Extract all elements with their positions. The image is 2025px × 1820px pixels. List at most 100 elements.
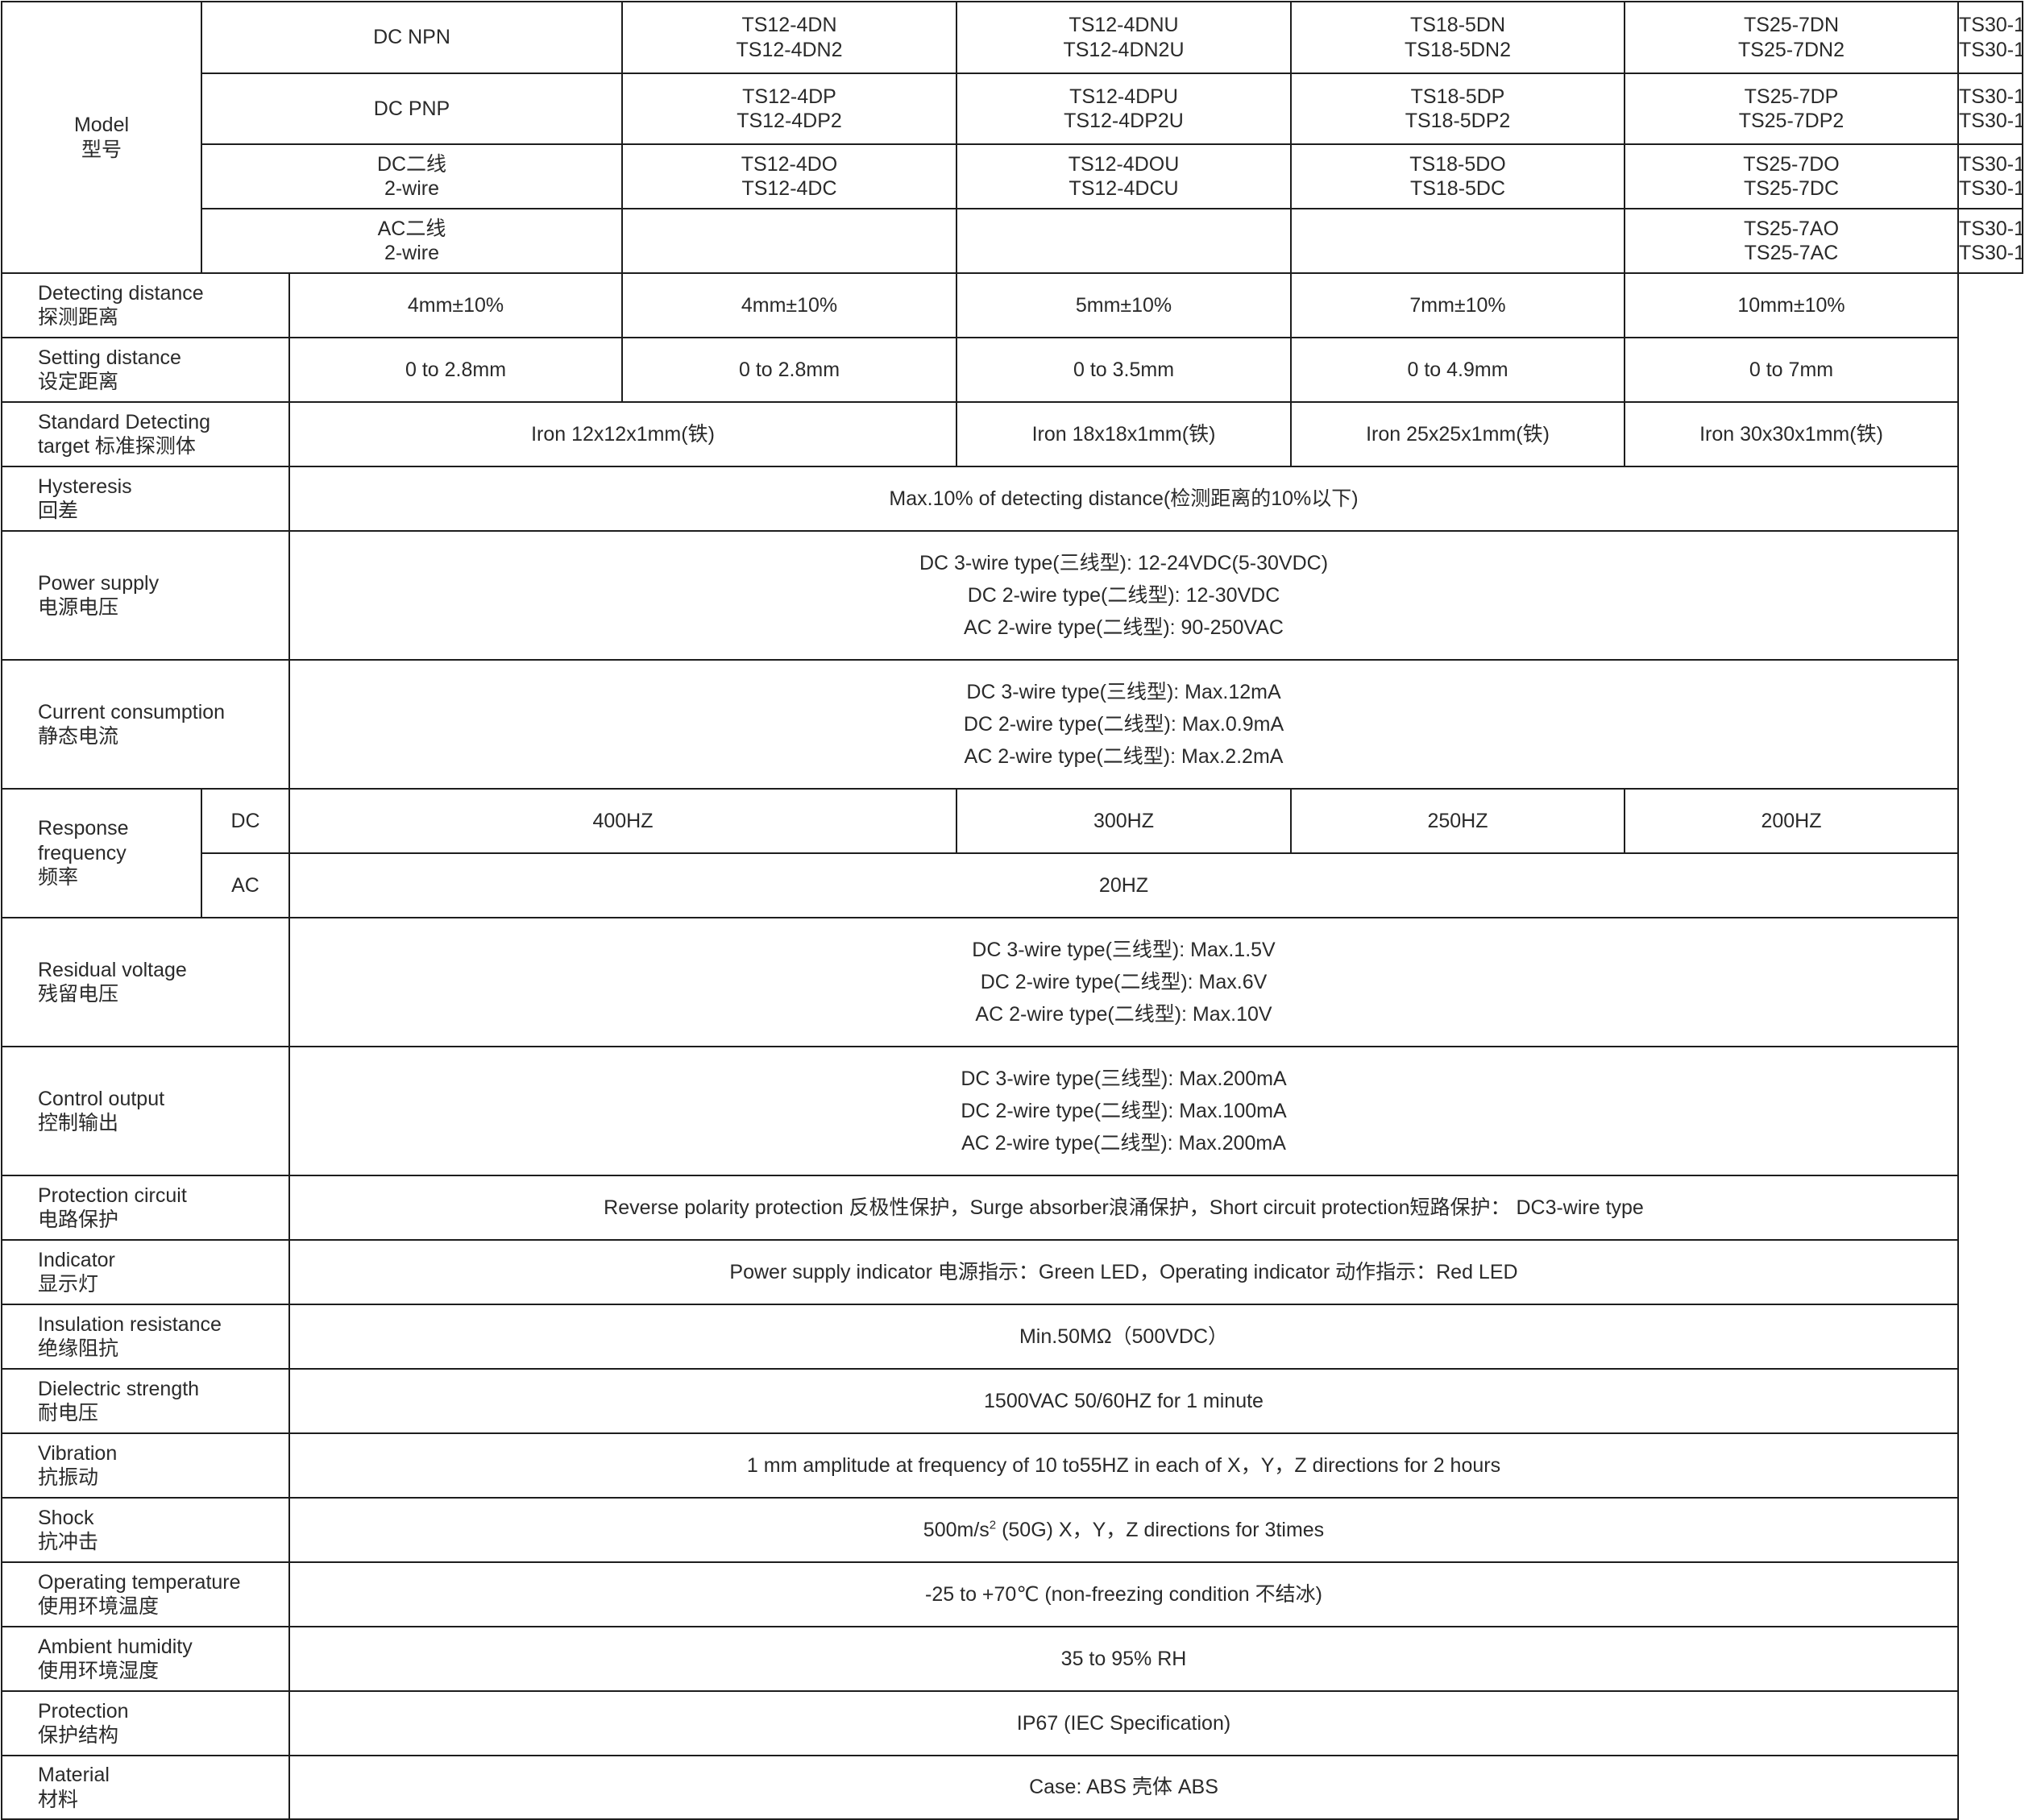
model-label-cell: Model 型号 [1,1,202,274]
row-label: Setting distance 设定距离 [1,337,290,403]
row-label-zh: 电路保护 [38,1208,119,1231]
model-code: TS18-5DP [1410,85,1505,108]
model-cell: TS30-10DPTS30-10DP2 [1957,73,2023,145]
model-label-en: Model [73,114,130,136]
row-label-en: Setting distance [38,346,181,369]
row-label: Ambient humidity 使用环境湿度 [1,1626,290,1692]
row-label: Power supply 电源电压 [1,530,290,661]
vibration-row: Vibration 抗振动 1 mm amplitude at frequency… [1,1432,2023,1499]
row-label-en: Indicator [38,1248,115,1271]
model-cell: TS18-5DN TS18-5DN2 [1290,1,1625,74]
row-label: Indicator 显示灯 [1,1239,290,1305]
value-cell: DC 3-wire type(三线型): Max.1.5V DC 2-wire … [288,917,1959,1047]
row-label-en: Vibration [38,1441,118,1465]
row-label-zh: 控制输出 [38,1112,119,1134]
value-line: AC 2-wire type(二线型): Max.10V [975,1003,1272,1026]
frequency-type-ac: AC [201,852,290,918]
model-code: TS25-7DN [1743,14,1840,36]
value-cell: 0 to 2.8mm [288,337,623,403]
row-label-en: Shock [38,1506,94,1529]
value-cell: Case: ABS 壳体 ABS [288,1755,1959,1820]
value-line: DC 2-wire type(二线型): Max.6V [980,971,1268,993]
model-cell: TS18-5DP TS18-5DP2 [1290,73,1625,145]
value-cell: 0 to 2.8mm [621,337,957,403]
model-cell: TS25-7DP TS25-7DP2 [1624,73,1959,145]
value-cell: Max.10% of detecting distance(检测距离的10%以下… [288,466,1959,532]
model-code: TS25-7DP [1744,85,1839,108]
row-label-en: Dielectric strength [38,1377,200,1400]
model-cell: TS12-4DP TS12-4DP2 [621,73,957,145]
value-cell: 4mm±10% [288,272,623,338]
row-label-zh: 设定距离 [38,371,119,393]
row-label-zh: 使用环境湿度 [38,1660,160,1682]
model-cell-empty [1290,208,1625,274]
protection-circuit-row: Protection circuit 电路保护 Reverse polarity … [1,1175,2023,1241]
value-cell: 300HZ [956,788,1292,854]
model-cell: TS30-10AOTS30-10AC [1957,208,2023,274]
row-label-en: Operating temperature [38,1570,241,1594]
insulation-resistance-row: Insulation resistance 绝缘阻抗 Min.50MΩ（500VD… [1,1304,2023,1370]
model-type-text: 2-wire [384,177,440,200]
setting-distance-row: Setting distance 设定距离 0 to 2.8mm 0 to 2.8… [1,337,2023,403]
protection-row: Protection 保护结构 IP67 (IEC Specification) [1,1690,2023,1756]
row-label-en: Power supply [38,571,160,595]
superscript: 2 [989,1518,997,1532]
model-type-text: AC二线 [377,217,446,240]
dielectric-strength-row: Dielectric strength 耐电压 1500VAC 50/60HZ f… [1,1368,2023,1434]
model-code: TS18-5DO [1409,152,1506,176]
model-code: TS12-4DPU [1069,85,1178,108]
row-label-en: Standard Detecting [38,410,211,433]
value-line: AC 2-wire type(二线型): Max.2.2mA [964,745,1284,768]
value-cell: Power supply indicator 电源指示：Green LED，Op… [288,1239,1959,1305]
value-cell: 500m/s2 (50G) X，Y，Z directions for 3time… [288,1497,1959,1563]
model-code: TS12-4DCU [1069,177,1179,200]
model-row-ac2: AC二线 2-wire TS25-7AOTS25-7AC TS30-10AOTS… [2,208,2023,274]
model-code: TS18-5DN2 [1405,38,1511,61]
row-label-en: Residual voltage [38,958,187,981]
spec-table: Model 型号 DC NPN TS12-4DN TS12-4DN2 TS12-4… [1,1,2023,1820]
row-label: Control output 控制输出 [1,1046,290,1176]
row-label-en: Insulation resistance [38,1312,222,1336]
model-code: TS25-7AO [1743,217,1840,240]
model-cell: TS12-4DOU TS12-4DCU [956,143,1292,209]
row-label: Insulation resistance 绝缘阻抗 [1,1304,290,1370]
value-cell: 4mm±10% [621,272,957,338]
value-cell: 35 to 95% RH [288,1626,1959,1692]
value-cell: 5mm±10% [956,272,1292,338]
hysteresis-row: Hysteresis 回差 Max.10% of detecting distan… [1,466,2023,532]
row-label: Protection circuit 电路保护 [1,1175,290,1241]
model-cell: TS18-5DO TS18-5DC [1290,143,1625,209]
model-code: TS25-7DC [1743,177,1840,200]
row-label: Vibration 抗振动 [1,1432,290,1499]
row-label: Current consumption 静态电流 [1,659,290,790]
row-label: Hysteresis 回差 [1,466,290,532]
frequency-type-dc: DC [201,788,290,854]
model-cell: TS12-4DO TS12-4DC [621,143,957,209]
value-cell: 7mm±10% [1290,272,1625,338]
operating-temperature-row: Operating temperature 使用环境温度 -25 to +70℃ … [1,1561,2023,1627]
model-code: TS30-10DN2 [1959,38,2021,61]
value-cell: DC 3-wire type(三线型): 12-24VDC(5-30VDC) D… [288,530,1959,661]
value-cell: IP67 (IEC Specification) [288,1690,1959,1756]
row-label-zh: 绝缘阻抗 [38,1337,119,1360]
row-label: Shock 抗冲击 [1,1497,290,1563]
model-cell: TS12-4DN TS12-4DN2 [621,1,957,74]
row-label-en: Ambient humidity [38,1635,193,1658]
detecting-distance-row: Detecting distance 探测距离 4mm±10% 4mm±10% 5… [1,272,2023,338]
row-label-en: Protection circuit [38,1184,187,1207]
row-label-zh: 静态电流 [38,725,119,748]
value-cell: Reverse polarity protection 反极性保护，Surge … [288,1175,1959,1241]
indicator-row: Indicator 显示灯 Power supply indicator 电源指示… [1,1239,2023,1305]
value-cell: 20HZ [288,852,1959,918]
value-cell: 10mm±10% [1624,272,1959,338]
row-label-zh: 耐电压 [38,1402,99,1424]
material-row: Material 材料 Case: ABS 壳体 ABS [1,1755,2023,1820]
model-code: TS12-4DN2 [736,38,843,61]
row-label-zh: 抗冲击 [38,1531,99,1553]
row-label: Protection 保护结构 [1,1690,290,1756]
shock-row: Shock 抗冲击 500m/s2 (50G) X，Y，Z directions … [1,1497,2023,1563]
row-label-zh: 频率 [38,866,79,889]
row-label-en: Hysteresis [38,475,132,498]
value-line: DC 2-wire type(二线型): Max.100mA [961,1100,1287,1122]
row-label-en: Response [38,817,129,840]
